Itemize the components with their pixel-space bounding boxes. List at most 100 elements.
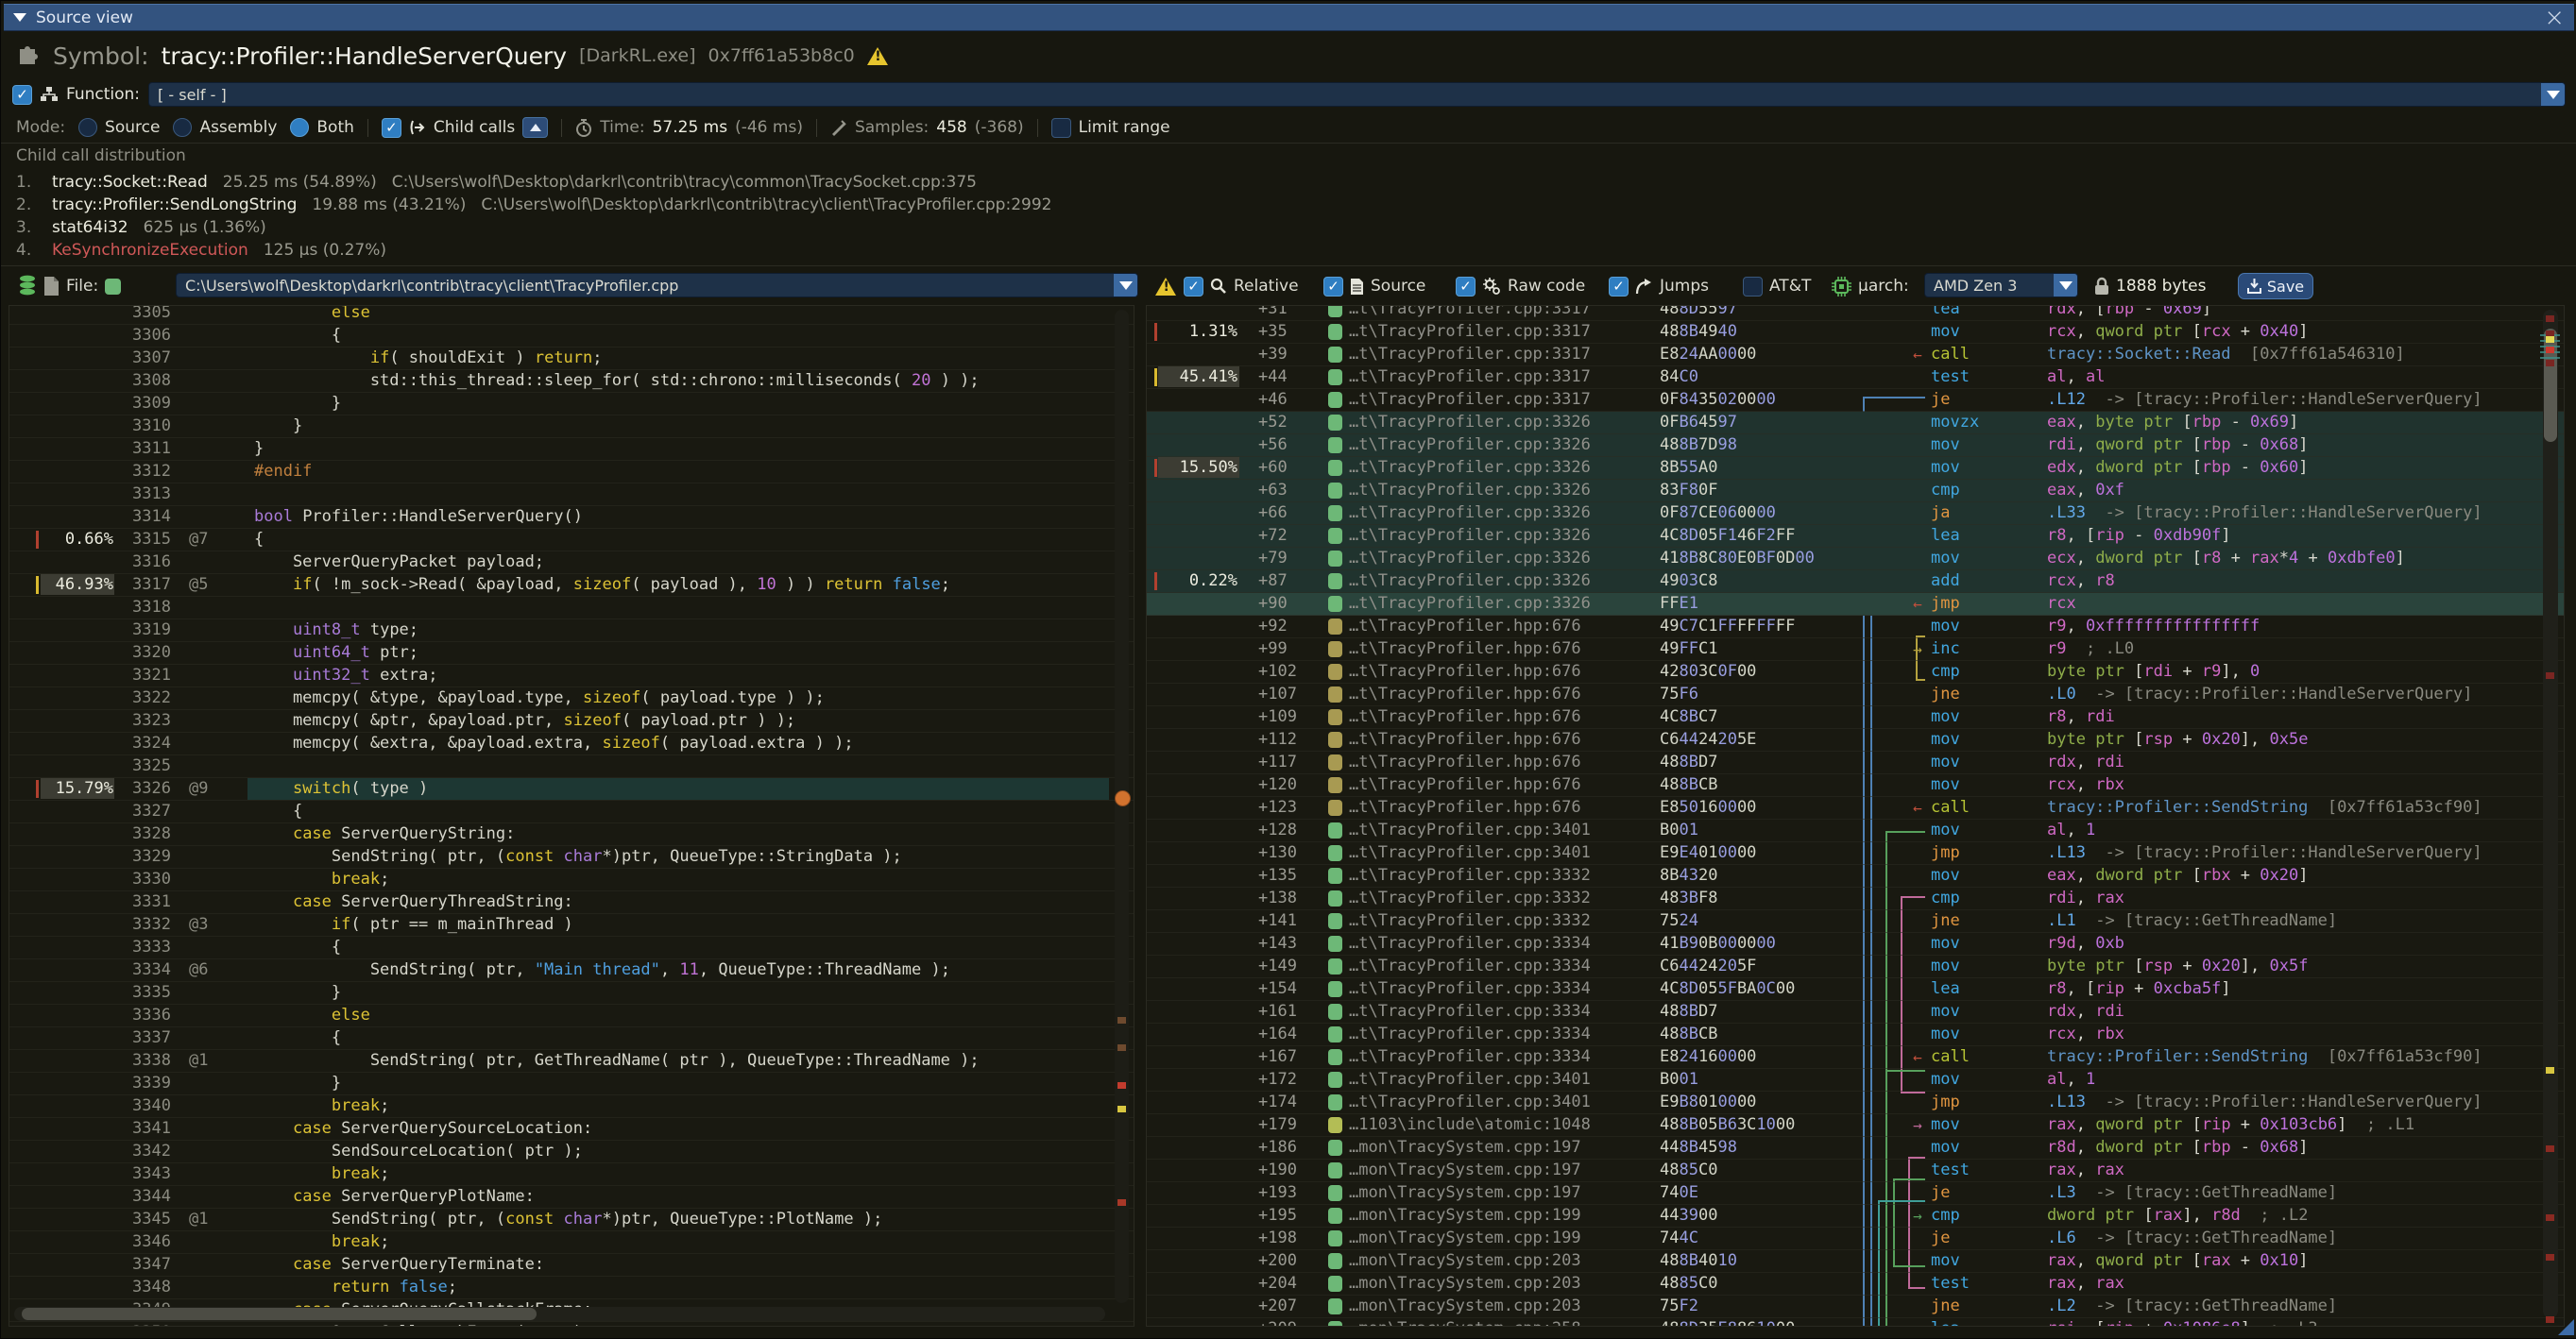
chevron-down-icon[interactable]: [2054, 274, 2077, 297]
resize-grip-icon[interactable]: [2558, 1319, 2574, 1335]
asm-row[interactable]: +167…t\TracyProfiler.cpp:3334E824160000←…: [1147, 1046, 2564, 1069]
source-row[interactable]: 3311}: [9, 438, 1134, 461]
source-row[interactable]: 3345@1 SendString( ptr, (const char*)ptr…: [9, 1209, 1134, 1231]
asm-row[interactable]: +120…t\TracyProfiler.hpp:676488BCBmovrcx…: [1147, 774, 2564, 797]
source-row[interactable]: 3306 {: [9, 325, 1134, 347]
asm-row[interactable]: +99…t\TracyProfiler.hpp:67649FFC1→incr9 …: [1147, 638, 2564, 661]
asm-row[interactable]: +161…t\TracyProfiler.cpp:3334488BD7movrd…: [1147, 1001, 2564, 1024]
source-row[interactable]: 3339 }: [9, 1073, 1134, 1095]
radio-assembly[interactable]: [173, 118, 192, 137]
source-row[interactable]: 3321 uint32_t extra;: [9, 665, 1134, 687]
asm-row[interactable]: +107…t\TracyProfiler.hpp:67675F6jne.L0 -…: [1147, 684, 2564, 706]
source-row[interactable]: 15.79%3326@9 switch( type ): [9, 778, 1134, 801]
asm-row[interactable]: +130…t\TracyProfiler.cpp:3401E9E4010000j…: [1147, 842, 2564, 865]
source-row[interactable]: 3335 }: [9, 982, 1134, 1005]
asm-row[interactable]: +209…mon\TracySystem.cpp:258488D35E88610…: [1147, 1318, 2564, 1327]
source-row[interactable]: 3307 if( shouldExit ) return;: [9, 347, 1134, 370]
asm-row[interactable]: +195…mon\TracySystem.cpp:199443900→cmpdw…: [1147, 1205, 2564, 1228]
asm-row[interactable]: 0.22%+87…t\TracyProfiler.cpp:33264903C8a…: [1147, 570, 2564, 593]
function-checkbox[interactable]: ✓: [12, 85, 32, 105]
asm-row[interactable]: +123…t\TracyProfiler.hpp:676E850160000←c…: [1147, 797, 2564, 820]
titlebar[interactable]: Source view ×: [4, 4, 2574, 31]
source-row[interactable]: 3338@1 SendString( ptr, GetThreadName( p…: [9, 1050, 1134, 1073]
file-select[interactable]: C:\Users\wolf\Desktop\darkrl\contrib\tra…: [176, 273, 1138, 297]
asm-source-checkbox[interactable]: ✓: [1323, 277, 1343, 297]
relative-checkbox[interactable]: ✓: [1184, 277, 1203, 297]
source-row[interactable]: 46.93%3317@5 if( !m_sock->Read( &payload…: [9, 574, 1134, 597]
asm-row[interactable]: +172…t\TracyProfiler.cpp:3401B001moval, …: [1147, 1069, 2564, 1092]
asm-row[interactable]: +90…t\TracyProfiler.cpp:3326FFE1←jmprcx: [1147, 593, 2564, 616]
asm-row[interactable]: +112…t\TracyProfiler.hpp:676C64424205Emo…: [1147, 729, 2564, 752]
child-call-row[interactable]: 2.tracy::Profiler::SendLongString19.88 m…: [16, 194, 2566, 216]
source-row[interactable]: 3323 memcpy( &ptr, &payload.ptr, sizeof(…: [9, 710, 1134, 733]
source-row[interactable]: 3325: [9, 755, 1134, 778]
source-row[interactable]: 3341 case ServerQuerySourceLocation:: [9, 1118, 1134, 1141]
asm-row[interactable]: +102…t\TracyProfiler.hpp:67642803C0F00cm…: [1147, 661, 2564, 684]
source-scroll-knob[interactable]: [1115, 790, 1131, 806]
save-button[interactable]: Save: [2238, 273, 2313, 299]
chevron-down-icon[interactable]: [1114, 274, 1137, 297]
close-icon[interactable]: ×: [2544, 6, 2565, 30]
asm-row[interactable]: +154…t\TracyProfiler.cpp:33344C8D055FBA0…: [1147, 978, 2564, 1001]
asm-row[interactable]: +52…t\TracyProfiler.cpp:33260FB64597movz…: [1147, 412, 2564, 434]
source-row[interactable]: 3318: [9, 597, 1134, 619]
child-call-row[interactable]: 4.KeSynchronizeExecution125 µs (0.27%): [16, 239, 2566, 258]
radio-source[interactable]: [78, 118, 97, 137]
radio-both[interactable]: [290, 118, 309, 137]
asm-row[interactable]: +143…t\TracyProfiler.cpp:333441B90B00000…: [1147, 933, 2564, 956]
source-row[interactable]: 3327 {: [9, 801, 1134, 823]
source-row[interactable]: 3342 SendSourceLocation( ptr );: [9, 1141, 1134, 1163]
asm-row[interactable]: +190…mon\TracySystem.cpp:1974885C0testra…: [1147, 1160, 2564, 1182]
child-calls-checkbox[interactable]: ✓: [382, 118, 401, 138]
source-row[interactable]: 3324 memcpy( &extra, &payload.extra, siz…: [9, 733, 1134, 755]
source-row[interactable]: 3330 break;: [9, 869, 1134, 891]
asm-row[interactable]: +174…t\TracyProfiler.cpp:3401E9B8010000j…: [1147, 1092, 2564, 1114]
asm-row[interactable]: +135…t\TracyProfiler.cpp:33328B4320movea…: [1147, 865, 2564, 888]
source-row[interactable]: 3334@6 SendString( ptr, "Main thread", 1…: [9, 959, 1134, 982]
source-row[interactable]: 3350 QueueCallstackFrame( ptr );: [9, 1322, 1134, 1327]
limit-range-checkbox[interactable]: ✓: [1051, 118, 1071, 138]
asm-row[interactable]: +31…t\TracyProfiler.cpp:3317488D5597lear…: [1147, 305, 2564, 321]
source-row[interactable]: 3316 ServerQueryPacket payload;: [9, 551, 1134, 574]
source-row[interactable]: 3310 }: [9, 415, 1134, 438]
source-row[interactable]: 3305 else: [9, 305, 1134, 325]
asm-row[interactable]: +56…t\TracyProfiler.cpp:3326488B7D98movr…: [1147, 434, 2564, 457]
source-row[interactable]: 3344 case ServerQueryPlotName:: [9, 1186, 1134, 1209]
chevron-down-icon[interactable]: [2541, 83, 2565, 106]
asm-row[interactable]: +198…mon\TracySystem.cpp:199744Cje.L6 ->…: [1147, 1228, 2564, 1250]
source-row[interactable]: 3340 break;: [9, 1095, 1134, 1118]
source-row[interactable]: 3348 return false;: [9, 1277, 1134, 1299]
source-row[interactable]: 0.66%3315@7{: [9, 529, 1134, 551]
source-row[interactable]: 3322 memcpy( &type, &payload.type, sizeo…: [9, 687, 1134, 710]
asm-row[interactable]: +207…mon\TracySystem.cpp:20375F2jne.L2 -…: [1147, 1296, 2564, 1318]
asm-row[interactable]: +149…t\TracyProfiler.cpp:3334C64424205Fm…: [1147, 956, 2564, 978]
source-row[interactable]: 3333 {: [9, 937, 1134, 959]
asm-row[interactable]: 15.50%+60…t\TracyProfiler.cpp:33268B55A0…: [1147, 457, 2564, 480]
asm-row[interactable]: +164…t\TracyProfiler.cpp:3334488BCBmovrc…: [1147, 1024, 2564, 1046]
asm-row[interactable]: +109…t\TracyProfiler.hpp:6764C8BC7movr8,…: [1147, 706, 2564, 729]
collapse-icon[interactable]: [13, 13, 26, 22]
asm-row[interactable]: +204…mon\TracySystem.cpp:2034885C0testra…: [1147, 1273, 2564, 1296]
asm-row[interactable]: +117…t\TracyProfiler.hpp:676488BD7movrdx…: [1147, 752, 2564, 774]
source-row[interactable]: 3336 else: [9, 1005, 1134, 1027]
source-row[interactable]: 3343 break;: [9, 1163, 1134, 1186]
asm-row[interactable]: +200…mon\TracySystem.cpp:203488B4010movr…: [1147, 1250, 2564, 1273]
source-row[interactable]: 3308 std::this_thread::sleep_for( std::c…: [9, 370, 1134, 393]
child-call-row[interactable]: 3.stat64i32625 µs (1.36%): [16, 216, 2566, 239]
source-row[interactable]: 3320 uint64_t ptr;: [9, 642, 1134, 665]
uarch-select[interactable]: AMD Zen 3: [1924, 273, 2078, 297]
asm-row[interactable]: +193…mon\TracySystem.cpp:197740Eje.L3 ->…: [1147, 1182, 2564, 1205]
source-row[interactable]: 3347 case ServerQueryTerminate:: [9, 1254, 1134, 1277]
asm-row[interactable]: 1.31%+35…t\TracyProfiler.cpp:3317488B494…: [1147, 321, 2564, 344]
asm-row[interactable]: +179…1103\include\atomic:1048488B05B63C1…: [1147, 1114, 2564, 1137]
child-call-row[interactable]: 1.tracy::Socket::Read25.25 ms (54.89%)C:…: [16, 171, 2566, 194]
asm-row[interactable]: +72…t\TracyProfiler.cpp:33264C8D05F146F2…: [1147, 525, 2564, 548]
raw-code-checkbox[interactable]: ✓: [1456, 277, 1476, 297]
asm-row[interactable]: +46…t\TracyProfiler.cpp:33170F8435020000…: [1147, 389, 2564, 412]
source-row[interactable]: 3313: [9, 483, 1134, 506]
source-row[interactable]: 3332@3 if( ptr == m_mainThread ): [9, 914, 1134, 937]
source-row[interactable]: 3337 {: [9, 1027, 1134, 1050]
source-row[interactable]: 3319 uint8_t type;: [9, 619, 1134, 642]
asm-row[interactable]: +186…mon\TracySystem.cpp:197448B4598movr…: [1147, 1137, 2564, 1160]
source-row[interactable]: 3312#endif: [9, 461, 1134, 483]
